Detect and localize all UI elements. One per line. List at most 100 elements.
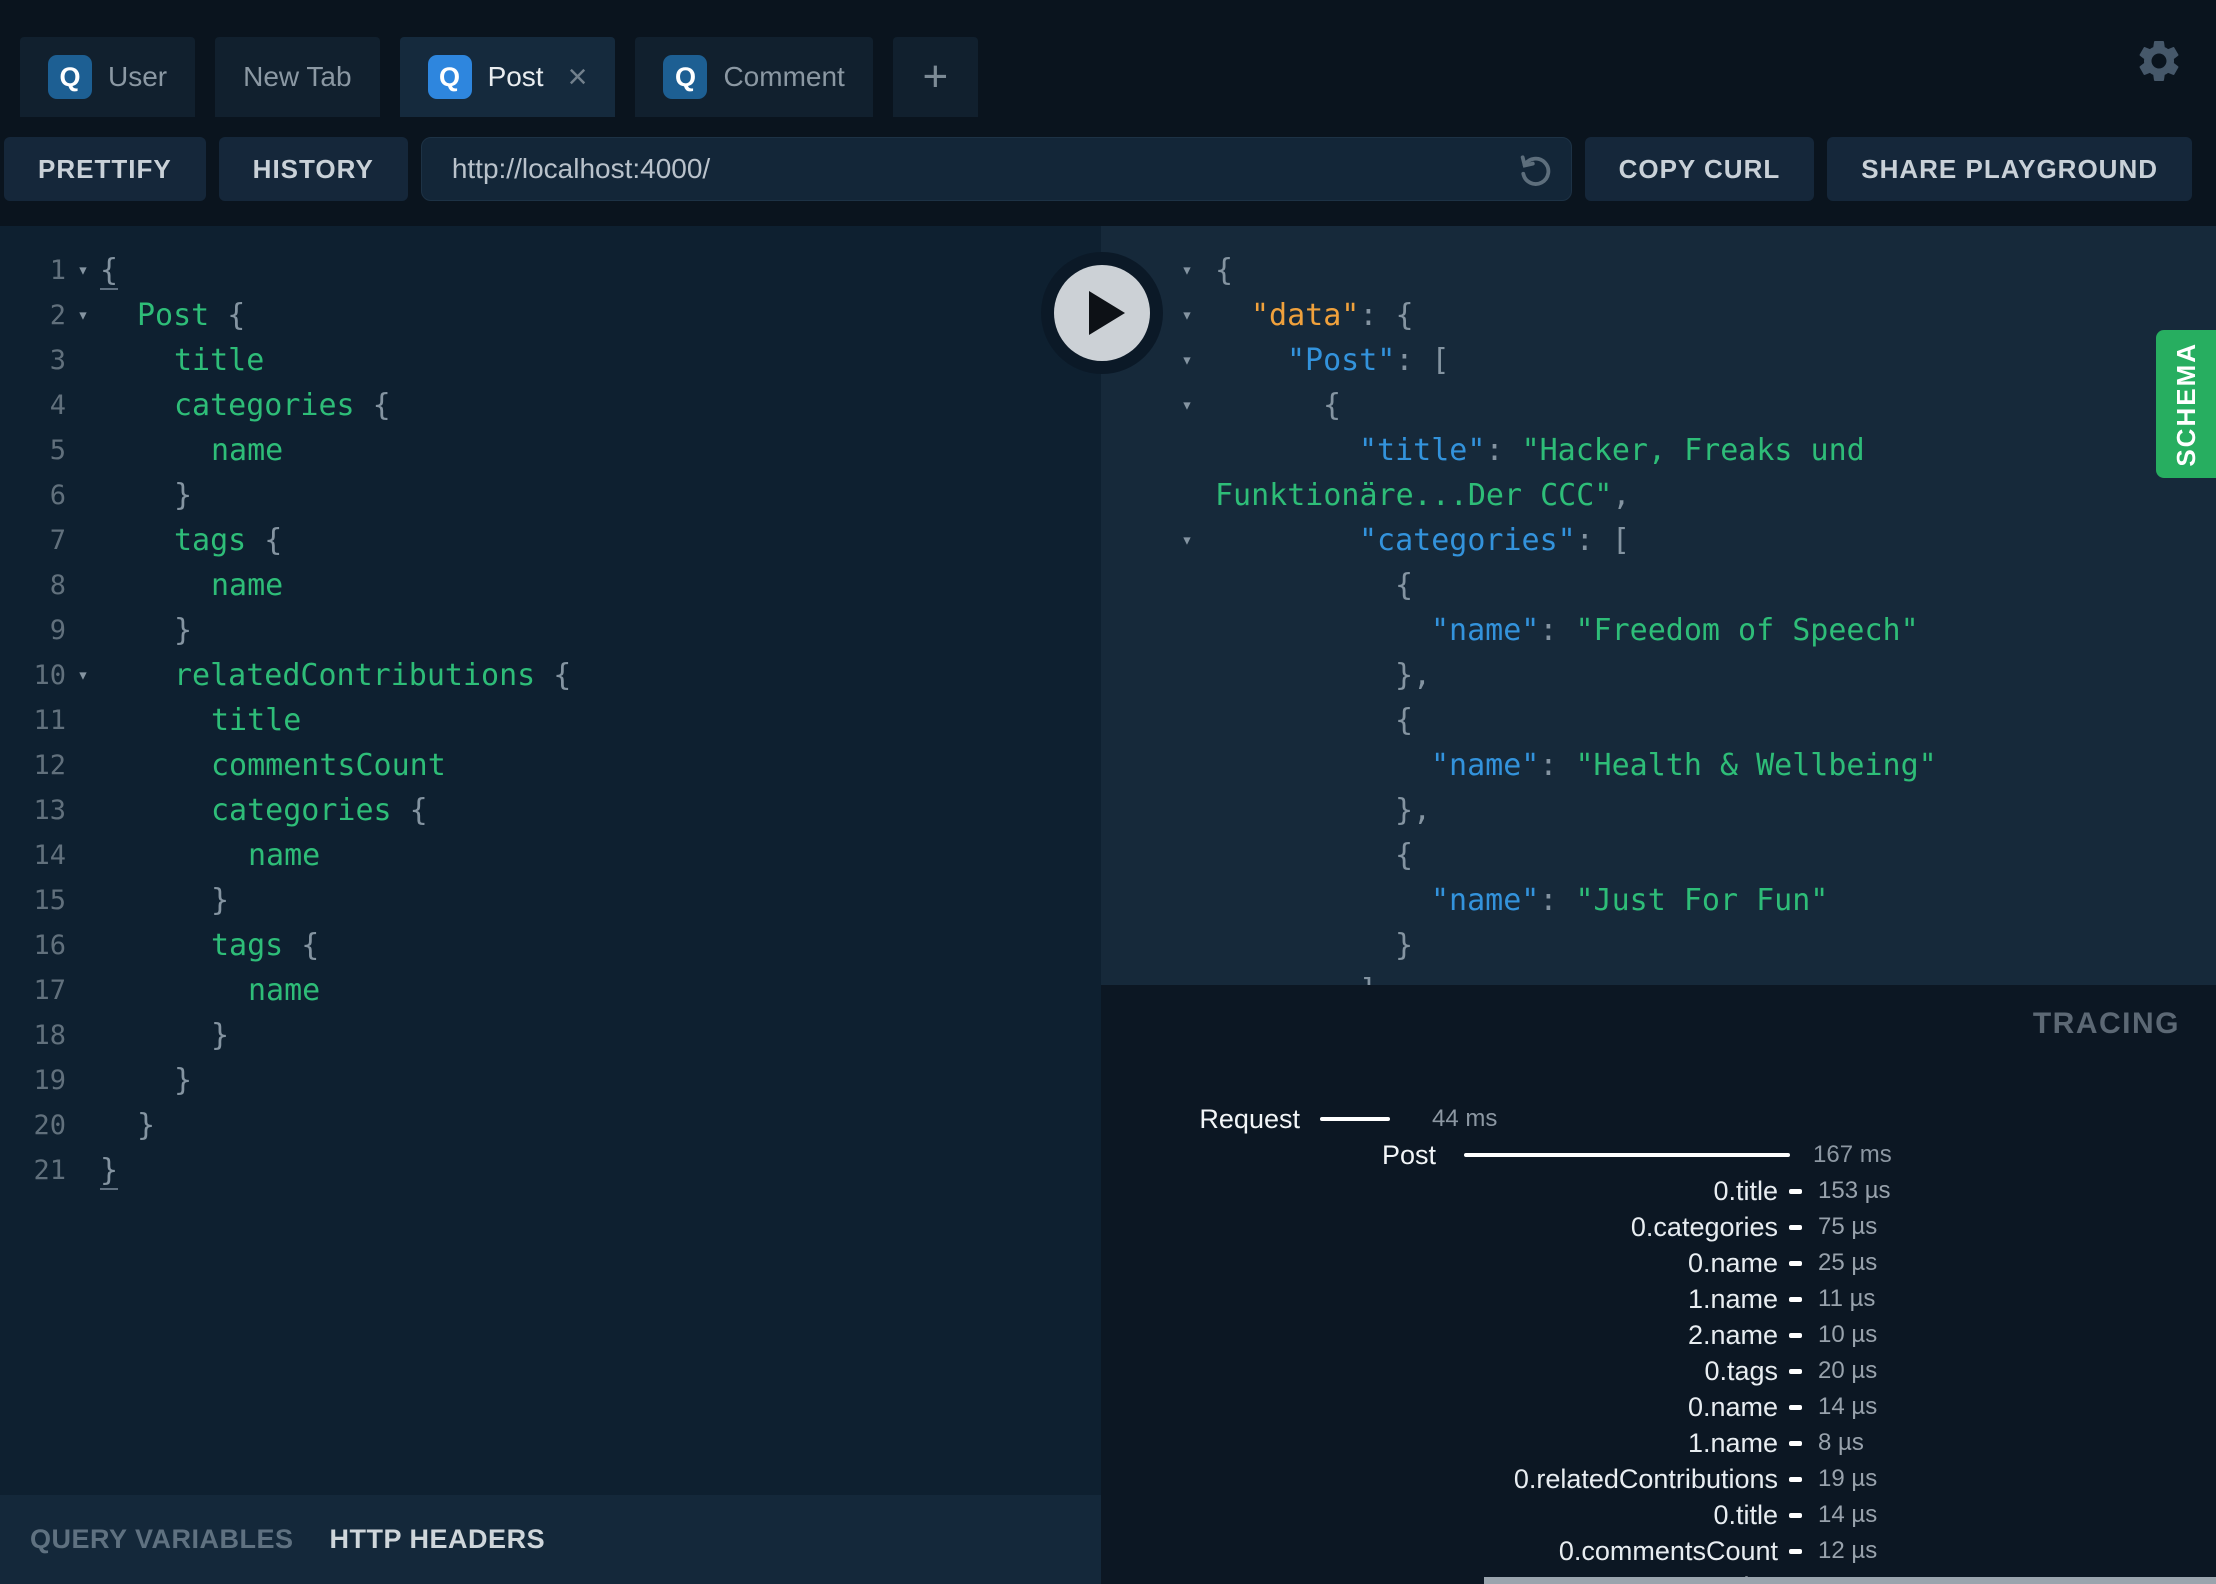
- fold-arrow-icon[interactable]: [66, 788, 100, 833]
- tab-label: Comment: [723, 61, 845, 92]
- query-badge-icon: Q: [427, 55, 472, 99]
- fold-arrow-icon[interactable]: [1159, 473, 1215, 518]
- fold-arrow-icon[interactable]: [66, 338, 100, 383]
- trace-bar: [1464, 1153, 1790, 1157]
- editor-line: 6}: [0, 473, 1101, 518]
- editor-line: 20}: [0, 1103, 1101, 1148]
- fold-arrow-icon[interactable]: [66, 833, 100, 878]
- editor-line: 18}: [0, 1013, 1101, 1058]
- line-number: 1: [49, 255, 66, 286]
- share-playground-button[interactable]: SHARE PLAYGROUND: [1827, 137, 2192, 201]
- trace-time: 167 ms: [1813, 1141, 1892, 1168]
- resolver-dash: [1778, 1368, 1812, 1374]
- resolver-path: 0.name: [1687, 1391, 1778, 1422]
- resolver-dash: [1778, 1260, 1812, 1266]
- http-headers-tab[interactable]: HTTP HEADERS: [330, 1524, 546, 1555]
- fold-arrow-icon[interactable]: [1159, 608, 1215, 653]
- trace-resolver-row: 0.title 153 µs: [1101, 1173, 2216, 1209]
- resolver-dash: [1778, 1332, 1812, 1338]
- response-line: },: [1101, 788, 2216, 833]
- tab-strip: Q User New Tab Q Post × Q Comment +: [0, 0, 2216, 117]
- fold-arrow-icon[interactable]: ▾: [1159, 338, 1215, 383]
- fold-arrow-icon[interactable]: [66, 1058, 100, 1103]
- fold-arrow-icon[interactable]: [1159, 923, 1215, 968]
- history-button[interactable]: HISTORY: [218, 137, 408, 201]
- fold-arrow-icon[interactable]: [66, 383, 100, 428]
- fold-arrow-icon[interactable]: ▾: [1159, 248, 1215, 293]
- fold-arrow-icon[interactable]: [66, 1013, 100, 1058]
- copy-curl-button[interactable]: COPY CURL: [1584, 137, 1815, 201]
- tab-label: Post: [487, 61, 544, 92]
- resolver-time: 12 µs: [1818, 1537, 1878, 1564]
- line-number: 7: [49, 525, 66, 556]
- fold-arrow-icon[interactable]: ▾: [1159, 383, 1215, 428]
- trace-label: Request: [1199, 1103, 1300, 1134]
- trace-resolver-row: 0.tags 20 µs: [1101, 1353, 2216, 1389]
- horizontal-scrollbar[interactable]: [1484, 1577, 2216, 1584]
- editor-line: 19}: [0, 1058, 1101, 1103]
- fold-arrow-icon[interactable]: [66, 698, 100, 743]
- response-line: {: [1101, 563, 2216, 608]
- fold-arrow-icon[interactable]: [66, 878, 100, 923]
- line-number: 11: [33, 705, 66, 736]
- fold-arrow-icon[interactable]: [66, 428, 100, 473]
- fold-arrow-icon[interactable]: [1159, 428, 1215, 473]
- fold-arrow-icon[interactable]: [66, 1103, 100, 1148]
- fold-arrow-icon[interactable]: ▾: [66, 293, 100, 338]
- fold-arrow-icon[interactable]: [1159, 743, 1215, 788]
- resolver-time: 11 µs: [1818, 1285, 1876, 1312]
- close-tab-icon[interactable]: ×: [568, 60, 588, 94]
- toolbar: PRETTIFY HISTORY COPY CURL SHARE PLAYGRO…: [4, 137, 2192, 201]
- line-number: 21: [33, 1155, 66, 1186]
- resolver-dash: [1778, 1188, 1812, 1194]
- fold-arrow-icon[interactable]: [66, 563, 100, 608]
- schema-sidebar-tab[interactable]: SCHEMA: [2156, 330, 2216, 478]
- fold-arrow-icon[interactable]: [66, 608, 100, 653]
- tab-comment[interactable]: Q Comment: [635, 37, 873, 117]
- resolver-path: 1.name: [1687, 1427, 1778, 1458]
- tab-label: User: [108, 61, 168, 92]
- response-line: {: [1101, 833, 2216, 878]
- endpoint-url-input[interactable]: [420, 137, 1572, 201]
- fold-arrow-icon[interactable]: ▾: [66, 248, 100, 293]
- fold-arrow-icon[interactable]: [1159, 878, 1215, 923]
- fold-arrow-icon[interactable]: [1159, 653, 1215, 698]
- fold-arrow-icon[interactable]: ▾: [1159, 518, 1215, 563]
- query-variables-tab[interactable]: QUERY VARIABLES: [30, 1524, 294, 1555]
- line-number: 8: [49, 570, 66, 601]
- fold-arrow-icon[interactable]: [66, 1148, 100, 1193]
- trace-resolver-row: 0.name 25 µs: [1101, 1245, 2216, 1281]
- fold-arrow-icon[interactable]: [66, 923, 100, 968]
- fold-arrow-icon[interactable]: ▾: [66, 653, 100, 698]
- fold-arrow-icon[interactable]: ▾: [1159, 293, 1215, 338]
- tab-new-tab[interactable]: New Tab: [215, 37, 380, 117]
- line-number: 4: [49, 390, 66, 421]
- add-tab-button[interactable]: +: [892, 37, 978, 117]
- reload-schema-icon[interactable]: [1516, 150, 1554, 188]
- fold-arrow-icon[interactable]: [66, 473, 100, 518]
- resolver-path: 1.name: [1687, 1283, 1778, 1314]
- line-number: 16: [33, 930, 66, 961]
- fold-arrow-icon[interactable]: [1159, 788, 1215, 833]
- resolver-path: 0.commentsCount: [1558, 1535, 1778, 1566]
- fold-arrow-icon[interactable]: [66, 518, 100, 563]
- fold-arrow-icon[interactable]: [1159, 698, 1215, 743]
- resolver-time: 8 µs: [1818, 1429, 1864, 1456]
- fold-arrow-icon[interactable]: [1159, 833, 1215, 878]
- resolver-path: 0.relatedContributions: [1513, 1463, 1778, 1494]
- response-pane: ▾{ ▾ "data": { ▾ "Post": [ ▾{ "title": "Ha…: [1101, 226, 2216, 1584]
- trace-resolver-row: 1.name 8 µs: [1101, 1425, 2216, 1461]
- resolver-dash: [1778, 1224, 1812, 1230]
- prettify-button[interactable]: PRETTIFY: [4, 137, 206, 201]
- fold-arrow-icon[interactable]: [66, 743, 100, 788]
- settings-gear-icon[interactable]: [2134, 36, 2184, 86]
- fold-arrow-icon[interactable]: [1159, 563, 1215, 608]
- trace-row-request: Request 44 ms: [1101, 1101, 2216, 1137]
- fold-arrow-icon[interactable]: [66, 968, 100, 1013]
- execute-button[interactable]: [1041, 252, 1163, 374]
- resolver-path: 0.tags: [1704, 1355, 1778, 1386]
- tab-post[interactable]: Q Post ×: [399, 37, 616, 117]
- query-editor[interactable]: 1 ▾{ 2 ▾ Post { 3 title 4 categories { 5 name …: [0, 226, 1101, 1495]
- tab-user[interactable]: Q User: [20, 37, 196, 117]
- trace-resolver-row: 0.relatedContributions 19 µs: [1101, 1461, 2216, 1497]
